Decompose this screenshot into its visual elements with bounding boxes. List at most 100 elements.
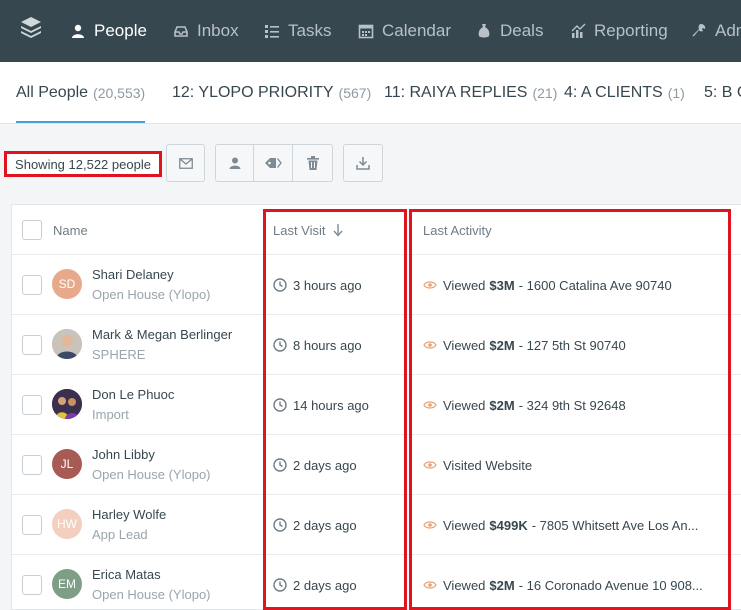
- email-button[interactable]: [166, 144, 205, 182]
- nav-inbox[interactable]: Inbox: [173, 0, 239, 62]
- person-name[interactable]: Don Le Phuoc: [92, 387, 174, 402]
- table-row[interactable]: SD Shari Delaney Open House (Ylopo) 3 hours…: [12, 255, 741, 315]
- select-all-checkbox[interactable]: [22, 220, 42, 240]
- activity-address: - 7805 Whitsett Ave Los An...: [531, 517, 699, 533]
- person-name[interactable]: Mark & Megan Berlinger: [92, 327, 232, 342]
- avatar[interactable]: JL: [52, 449, 82, 479]
- row-checkbox[interactable]: [22, 455, 42, 475]
- person-source: Open House (Ylopo): [92, 287, 211, 302]
- activity-address: - 324 9th St 92648: [518, 397, 626, 413]
- person-source: App Lead: [92, 527, 148, 542]
- nav-label: Tasks: [288, 21, 332, 40]
- tag-button[interactable]: [253, 144, 293, 182]
- tab-label: All People: [16, 84, 89, 101]
- row-checkbox[interactable]: [22, 395, 42, 415]
- assign-button[interactable]: [215, 144, 254, 182]
- nav-label: People: [94, 21, 147, 40]
- row-checkbox[interactable]: [22, 275, 42, 295]
- last-activity-cell[interactable]: Viewed $2M - 324 9th St 92648: [423, 375, 723, 435]
- person-source: Open House (Ylopo): [92, 587, 211, 602]
- row-checkbox[interactable]: [22, 575, 42, 595]
- chart-icon: [570, 23, 586, 39]
- person-name[interactable]: Harley Wolfe: [92, 507, 166, 522]
- avatar[interactable]: [52, 329, 82, 359]
- clock-icon: [273, 398, 287, 412]
- last-activity-cell[interactable]: Visited Website: [423, 435, 723, 495]
- tab-label: 12: YLOPO PRIORITY: [172, 84, 334, 101]
- nav-reporting[interactable]: Reporting: [570, 0, 668, 62]
- last-activity-cell[interactable]: Viewed $3M - 1600 Catalina Ave 90740: [423, 255, 723, 315]
- table-row[interactable]: Don Le Phuoc Import 14 hours ago Viewed $2M -…: [12, 375, 741, 435]
- last-visit-cell: 14 hours ago: [273, 375, 369, 435]
- top-nav: People Inbox Tasks Calendar Deals Report…: [0, 0, 741, 62]
- column-header-name[interactable]: Name: [53, 205, 88, 255]
- tab-b-clients[interactable]: 5: B C: [704, 62, 741, 123]
- activity-verb: Viewed: [443, 337, 486, 353]
- person-name[interactable]: John Libby: [92, 447, 155, 462]
- person-name[interactable]: Erica Matas: [92, 567, 161, 582]
- eye-icon: [423, 341, 437, 349]
- last-activity-cell[interactable]: Viewed $2M - 127 5th St 90740: [423, 315, 723, 375]
- last-visit-cell: 2 days ago: [273, 555, 357, 609]
- avatar[interactable]: SD: [52, 269, 82, 299]
- nav-tasks[interactable]: Tasks: [264, 0, 331, 62]
- assign-person-icon: [229, 157, 240, 169]
- last-visit-text: 2 days ago: [293, 517, 357, 533]
- last-visit-text: 14 hours ago: [293, 397, 369, 413]
- tab-raiya-replies[interactable]: 11: RAIYA REPLIES (21): [384, 62, 557, 123]
- last-visit-text: 2 days ago: [293, 577, 357, 593]
- download-icon: [356, 157, 370, 170]
- eye-icon: [423, 461, 437, 469]
- tab-all-people[interactable]: All People (20,553): [16, 62, 146, 123]
- app-logo-icon[interactable]: [19, 15, 43, 39]
- nav-people[interactable]: People: [70, 0, 147, 62]
- table-row[interactable]: JL John Libby Open House (Ylopo) 2 days ago…: [12, 435, 741, 495]
- person-name[interactable]: Shari Delaney: [92, 267, 174, 282]
- last-activity-cell[interactable]: Viewed $499K - 7805 Whitsett Ave Los An...: [423, 495, 723, 555]
- activity-price: $3M: [489, 277, 515, 293]
- nav-admin[interactable]: Admin: [691, 0, 741, 62]
- eye-icon: [423, 521, 437, 529]
- avatar[interactable]: HW: [52, 509, 82, 539]
- row-checkbox[interactable]: [22, 515, 42, 535]
- nav-calendar[interactable]: Calendar: [358, 0, 451, 62]
- last-activity-cell[interactable]: Viewed $2M - 16 Coronado Avenue 10 908...: [423, 555, 723, 609]
- table-row[interactable]: EM Erica Matas Open House (Ylopo) 2 days ag…: [12, 555, 741, 609]
- tasks-list-icon: [264, 23, 280, 39]
- inbox-icon: [173, 23, 189, 39]
- activity-verb: Viewed: [443, 277, 486, 293]
- eye-icon: [423, 281, 437, 289]
- tab-ylopo-priority[interactable]: 12: YLOPO PRIORITY (567): [172, 62, 372, 123]
- avatar[interactable]: [52, 389, 82, 419]
- tab-a-clients[interactable]: 4: A CLIENTS (1): [564, 62, 685, 123]
- table-row[interactable]: Mark & Megan Berlinger SPHERE 8 hours ago V…: [12, 315, 741, 375]
- trash-icon: [306, 156, 319, 170]
- table-row[interactable]: HW Harley Wolfe App Lead 2 days ago Viewed $4…: [12, 495, 741, 555]
- avatar[interactable]: EM: [52, 569, 82, 599]
- column-header-last-activity[interactable]: Last Activity: [423, 205, 492, 255]
- avatar-initials: HW: [57, 517, 77, 531]
- activity-address: - 127 5th St 90740: [518, 337, 626, 353]
- export-button[interactable]: [343, 144, 383, 182]
- delete-button[interactable]: [292, 144, 333, 182]
- smart-list-tabs: All People (20,553) 12: YLOPO PRIORITY (56…: [0, 62, 741, 124]
- eye-icon: [423, 401, 437, 409]
- email-icon: [178, 157, 193, 169]
- tab-count: (1): [667, 85, 685, 101]
- nav-label: Calendar: [382, 21, 451, 40]
- tab-count: (567): [338, 85, 372, 101]
- column-header-last-visit[interactable]: Last Visit: [273, 205, 343, 255]
- activity-price: $2M: [489, 337, 515, 353]
- last-visit-text: 8 hours ago: [293, 337, 362, 353]
- row-checkbox[interactable]: [22, 335, 42, 355]
- last-visit-text: 2 days ago: [293, 457, 357, 473]
- nav-label: Inbox: [197, 21, 239, 40]
- clock-icon: [273, 458, 287, 472]
- activity-price: $2M: [489, 577, 515, 593]
- nav-deals[interactable]: Deals: [476, 0, 543, 62]
- person-source: SPHERE: [92, 347, 146, 362]
- activity-verb: Viewed: [443, 517, 486, 533]
- clock-icon: [273, 578, 287, 592]
- calendar-icon: [358, 23, 374, 39]
- tab-label: 5: B C: [704, 84, 741, 101]
